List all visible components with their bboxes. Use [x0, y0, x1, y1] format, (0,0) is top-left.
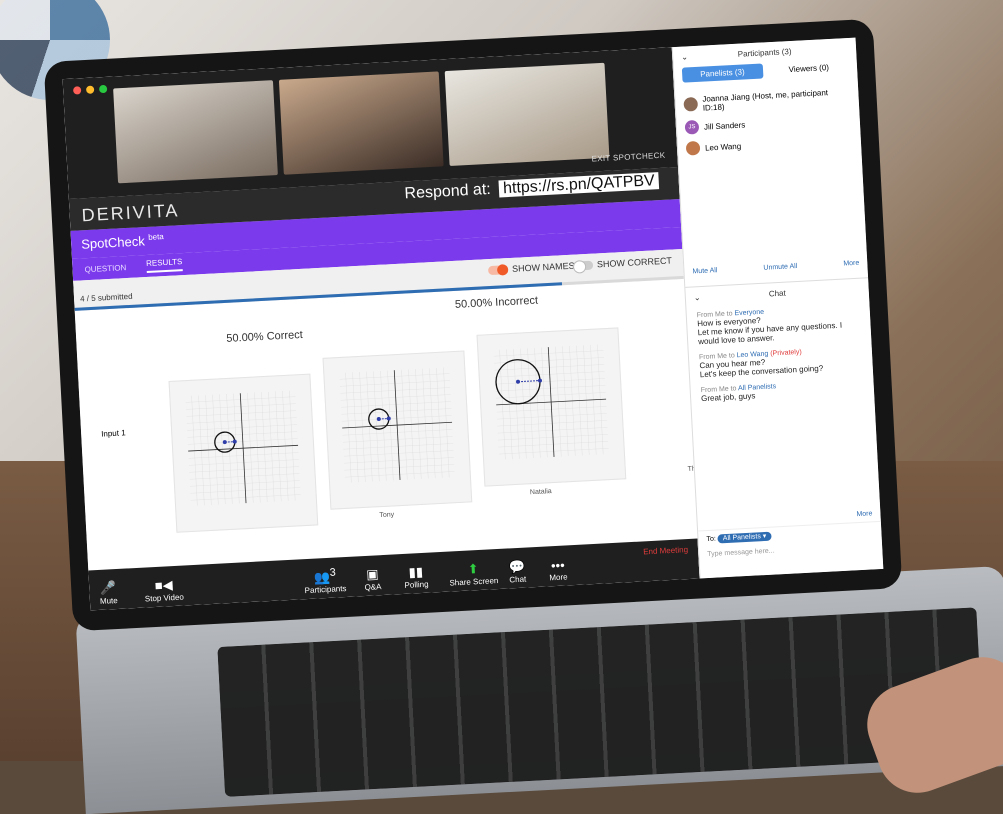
show-correct-switch[interactable] [572, 259, 594, 274]
show-names-label: SHOW NAMES [511, 260, 575, 274]
brand-logo: DERIVITA [81, 200, 180, 226]
video-tiles [113, 62, 610, 184]
correct-percentage: 50.00% Correct [226, 328, 304, 345]
stop-video-button[interactable]: ■◀ Stop Video [144, 577, 184, 603]
show-names-toggle[interactable]: SHOW NAMES [487, 260, 575, 276]
mute-button[interactable]: 🎤 Mute [99, 580, 118, 606]
student-graph[interactable]: Thor [476, 327, 702, 487]
screen: EXIT SPOTCHECK DERIVITA Respond at: http… [62, 37, 884, 611]
input-label: Input 1 [100, 428, 126, 439]
avatar [685, 140, 701, 156]
show-correct-toggle[interactable]: SHOW CORRECT [572, 255, 673, 274]
maximize-window-button[interactable] [98, 84, 108, 94]
video-tile[interactable] [444, 62, 610, 167]
chat-more-button[interactable]: More [856, 510, 872, 518]
student-graph[interactable]: Tony [168, 373, 394, 533]
participants-list: Joanna Jiang (Host, me, participant ID:1… [675, 74, 862, 169]
participant-actions: Mute All Unmute All More [692, 260, 859, 276]
participant-item[interactable]: Leo Wang [685, 133, 854, 156]
polling-button[interactable]: ▮▮ Polling [403, 564, 428, 590]
participants-more-button[interactable]: More [843, 260, 859, 268]
incorrect-percentage: 50.00% Incorrect [454, 294, 539, 311]
tab-question[interactable]: QUESTION [84, 263, 126, 274]
chat-message-input[interactable]: Type message here... [707, 542, 874, 559]
chat-composer: To: All Panelists ▾ Type message here... [698, 520, 884, 579]
show-correct-label: SHOW CORRECT [596, 255, 673, 270]
graph-plot [185, 390, 301, 507]
collapse-chevron-icon[interactable]: ⌄ [681, 52, 688, 61]
results-area: 50.00% Correct 50.00% Incorrect Input 1 [75, 279, 702, 571]
participant-name: Jill Sanders [703, 119, 746, 132]
people-icon: 👥3 [313, 566, 337, 585]
end-meeting-button[interactable]: End Meeting [643, 545, 688, 556]
participant-item[interactable]: Joanna Jiang (Host, me, participant ID:1… [683, 87, 851, 114]
unmute-all-button[interactable]: Unmute All [763, 263, 797, 272]
main-stage: EXIT SPOTCHECK DERIVITA Respond at: http… [62, 47, 702, 611]
to-label: To: [706, 535, 717, 544]
share-screen-button[interactable]: ⬆ Share Screen [448, 560, 498, 588]
video-tile[interactable] [278, 71, 444, 175]
video-tile[interactable] [113, 80, 278, 184]
chat-icon: 💬 [508, 558, 526, 575]
participant-name: Leo Wang [704, 141, 742, 153]
graph-plot [339, 367, 455, 483]
respond-url[interactable]: https://rs.pn/QATPBV [498, 172, 660, 198]
participant-name: Joanna Jiang (Host, me, participant ID:1… [702, 88, 829, 113]
avatar [683, 96, 698, 112]
participant-item[interactable]: JS Jill Sanders [684, 112, 853, 135]
spotcheck-title: SpotCheck [80, 233, 146, 252]
graph-plot [493, 344, 609, 460]
laptop-screen-bezel: EXIT SPOTCHECK DERIVITA Respond at: http… [43, 18, 903, 632]
tab-results[interactable]: RESULTS [145, 257, 183, 274]
beta-badge: beta [147, 232, 164, 242]
close-window-button[interactable] [72, 86, 82, 95]
minimize-window-button[interactable] [85, 85, 95, 94]
qa-icon: ▣ [365, 566, 379, 582]
window-controls [72, 84, 108, 95]
zoom-meeting-window: EXIT SPOTCHECK DERIVITA Respond at: http… [62, 37, 884, 611]
more-button[interactable]: ••• More [548, 557, 568, 583]
laptop: EXIT SPOTCHECK DERIVITA Respond at: http… [0, 0, 1003, 814]
participants-button[interactable]: 👥3 Participants [303, 566, 346, 595]
keyboard [217, 607, 985, 797]
show-names-switch[interactable] [487, 263, 509, 276]
mute-all-button[interactable]: Mute All [692, 267, 717, 275]
chat-panel: ⌄ Chat From Me to Everyone How is everyo… [685, 277, 884, 579]
student-graph[interactable]: Natalia [322, 350, 552, 510]
qa-button[interactable]: ▣ Q&A [364, 566, 381, 592]
collapse-chevron-icon[interactable]: ⌄ [694, 293, 701, 302]
recipient-dropdown[interactable]: All Panelists ▾ [717, 531, 772, 544]
chat-button[interactable]: 💬 Chat [508, 558, 527, 585]
more-icon: ••• [550, 557, 566, 574]
side-panel: ⌄ Participants (3) Panelists (3) Viewers… [671, 37, 884, 579]
avatar: JS [684, 119, 700, 135]
polling-icon: ▮▮ [408, 563, 424, 580]
submitted-count: 4 / 5 submitted [79, 291, 133, 304]
respond-label: Respond at: [404, 180, 492, 203]
microphone-icon: 🎤 [99, 580, 117, 596]
